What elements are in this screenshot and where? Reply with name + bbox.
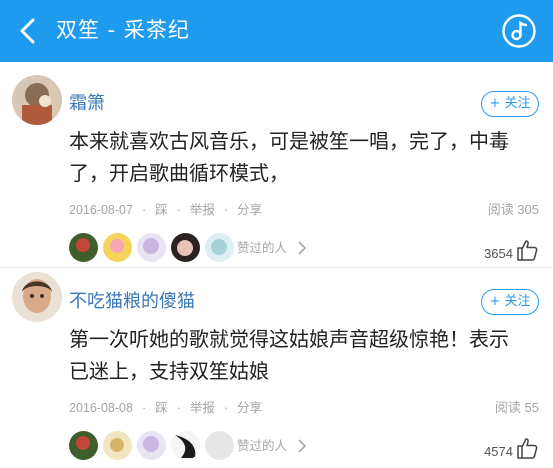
comment-text-line: 第一次听她的歌就觉得这姑娘声音超级惊艳！表示 [69,327,509,351]
avatar[interactable] [12,75,62,125]
liker-avatar[interactable] [171,431,200,460]
liker-avatar[interactable] [171,233,200,262]
liker-avatar[interactable] [69,233,98,262]
comment-date: 2016-08-08 [69,401,133,415]
liked-users[interactable]: 赞过的人 [69,233,319,263]
liker-avatar[interactable] [137,431,166,460]
liker-avatar[interactable] [103,233,132,262]
dislike-link[interactable]: 踩 [155,401,168,415]
liker-avatar-placeholder[interactable] [205,431,234,460]
read-count: 阅读 55 [494,400,539,415]
music-note-icon [502,14,536,48]
report-link[interactable]: 举报 [190,203,215,217]
liked-by-label[interactable]: 赞过的人 [237,437,287,455]
liker-avatar[interactable] [137,233,166,262]
thumbs-up-icon [517,438,538,459]
like-button[interactable]: 4574 [469,434,539,460]
comment-item: 霜箫 + 关注 本来就喜欢古风音乐，可是被笙一唱，完了，中毒 了，开启歌曲循环模… [0,62,553,268]
follow-button[interactable]: + 关注 [481,91,539,117]
liker-avatar[interactable] [205,233,234,262]
username[interactable]: 不吃猫粮的傻猫 [69,290,195,314]
liker-avatar[interactable] [103,431,132,460]
back-button[interactable] [12,14,46,48]
like-count: 4574 [484,444,513,459]
thumbs-up-icon [517,240,538,261]
top-bar: 双笙 - 采茶纪 [0,0,553,62]
page-title: 双笙 - 采茶纪 [56,18,190,42]
share-link[interactable]: 分享 [237,401,262,415]
follow-button[interactable]: + 关注 [481,289,539,315]
like-count: 3654 [484,246,513,261]
liker-avatar[interactable] [69,431,98,460]
share-link[interactable]: 分享 [237,203,262,217]
chevron-left-icon [20,18,35,44]
like-button[interactable]: 3654 [469,236,539,262]
comment-text-line: 本来就喜欢古风音乐，可是被笙一唱，完了，中毒 [69,129,509,153]
comment-text-line: 已迷上，支持双笙姑娘 [69,359,269,383]
chevron-right-icon [298,241,307,255]
avatar-image [12,272,62,322]
comment-item: 不吃猫粮的傻猫 + 关注 第一次听她的歌就觉得这姑娘声音超级惊艳！表示 已迷上，… [0,262,553,468]
report-link[interactable]: 举报 [190,401,215,415]
comment-meta: 2016-08-07 · 踩 · 举报 · 分享 [69,203,263,217]
avatar-image [12,75,62,125]
username[interactable]: 霜箫 [69,92,105,116]
liked-by-label[interactable]: 赞过的人 [237,239,287,257]
liked-users[interactable]: 赞过的人 [69,431,319,461]
chevron-right-icon [298,439,307,453]
avatar[interactable] [12,272,62,322]
comment-date: 2016-08-07 [69,203,133,217]
now-playing-button[interactable] [501,13,537,49]
read-count: 阅读 305 [487,202,539,217]
comment-text-line: 了，开启歌曲循环模式， [69,161,289,185]
comment-meta: 2016-08-08 · 踩 · 举报 · 分享 [69,401,263,415]
dislike-link[interactable]: 踩 [155,203,168,217]
